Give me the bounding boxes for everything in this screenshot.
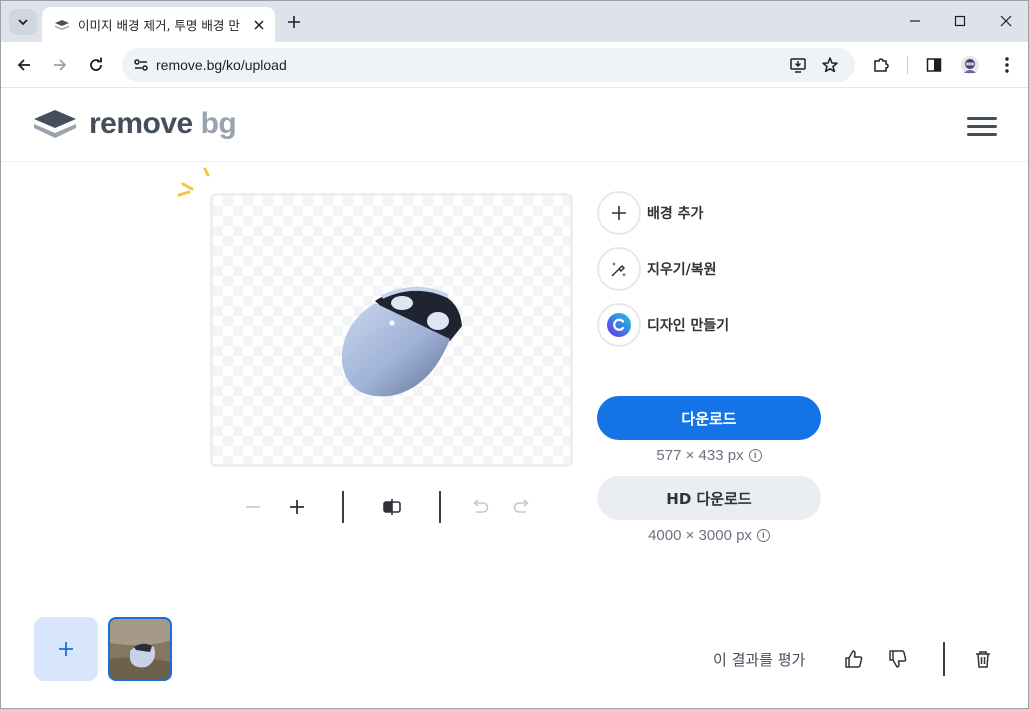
magic-brush-icon [611, 262, 626, 277]
canva-icon [607, 313, 631, 337]
minus-icon [246, 506, 260, 508]
create-design-label: 디자인 만들기 [647, 318, 730, 334]
site-settings-icon[interactable] [132, 56, 150, 74]
erase-restore-tool[interactable]: 지우기/복원 [597, 247, 717, 291]
minimize-button[interactable] [900, 9, 930, 33]
result-preview[interactable] [210, 193, 573, 467]
browser-menu-button[interactable] [993, 51, 1021, 79]
add-background-label: 배경 추가 [647, 206, 704, 222]
chevron-down-icon [18, 19, 28, 26]
add-background-icon-circle [597, 191, 641, 235]
removebg-logo[interactable]: remove bg [33, 107, 237, 141]
info-icon[interactable]: i [748, 449, 762, 462]
undo-icon [473, 499, 489, 513]
side-panel-icon [926, 58, 942, 72]
profile-button[interactable] [956, 51, 984, 79]
close-icon [254, 19, 264, 30]
tab-title: 이미지 배경 제거, 투명 배경 만 [78, 18, 240, 33]
side-panel-button[interactable] [920, 51, 948, 79]
delete-button[interactable] [970, 646, 996, 672]
zoom-out-button[interactable] [241, 495, 265, 519]
tab-strip: 이미지 배경 제거, 투명 배경 만 [1, 1, 1028, 42]
site-header: remove bg [1, 89, 1028, 162]
download-resolution-text: 577 × 433 px [656, 447, 744, 464]
redo-icon [513, 499, 529, 513]
close-window-button[interactable] [991, 9, 1021, 33]
puzzle-icon [874, 58, 889, 72]
compare-button[interactable] [380, 495, 404, 519]
plus-icon [290, 500, 304, 514]
plus-icon [612, 206, 626, 220]
thumbs-down-icon [889, 650, 907, 668]
thumbs-up-button[interactable] [841, 646, 867, 672]
earbuds-case-image [341, 286, 462, 397]
plus-icon [59, 642, 73, 656]
minimize-icon [910, 20, 920, 22]
hd-download-resolution: 4000 × 3000 px i [597, 527, 821, 544]
download-resolution: 577 × 433 px i [597, 447, 821, 464]
browser-toolbar: remove.bg/ko/upload [1, 42, 1028, 88]
compare-icon [383, 499, 401, 515]
hamburger-menu-button[interactable] [967, 117, 997, 136]
bookmark-button[interactable] [820, 55, 840, 75]
erase-restore-label: 지우기/복원 [647, 262, 717, 278]
active-tab[interactable]: 이미지 배경 제거, 투명 배경 만 [42, 7, 275, 42]
add-background-tool[interactable]: 배경 추가 [597, 191, 703, 235]
undo-button[interactable] [468, 495, 492, 519]
avatar-icon [961, 56, 979, 74]
toolbar-divider [907, 56, 908, 74]
close-icon [1000, 15, 1012, 27]
hamburger-line [967, 117, 997, 120]
new-tab-button[interactable] [283, 11, 305, 33]
address-bar[interactable]: remove.bg/ko/upload [122, 48, 855, 82]
install-app-icon [790, 58, 806, 73]
hamburger-line [967, 133, 997, 136]
create-design-icon-circle [597, 303, 641, 347]
star-icon [822, 57, 838, 73]
rate-result-label: 이 결과를 평가 [713, 651, 806, 669]
thumbnail-photo [110, 619, 170, 679]
tab-search-button[interactable] [9, 9, 37, 35]
removebg-favicon-icon [55, 19, 69, 30]
browser-window: 이미지 배경 제거, 투명 배경 만 remove.bg/ko/upload r… [0, 0, 1029, 709]
logo-text-accent: bg [200, 107, 237, 140]
extensions-button[interactable] [867, 51, 895, 79]
hd-resolution-text: 4000 × 3000 px [648, 527, 752, 544]
thumbs-up-icon [845, 650, 863, 668]
thumbs-down-button[interactable] [885, 646, 911, 672]
logo-wordmark: remove bg [89, 107, 237, 141]
tab-close-button[interactable] [251, 17, 267, 33]
layers-logo-icon [34, 110, 76, 138]
reload-icon [90, 57, 102, 71]
toolbar-divider [342, 491, 344, 523]
maximize-button[interactable] [945, 9, 975, 33]
kebab-menu-icon [1005, 57, 1009, 73]
bottom-divider [943, 642, 945, 676]
download-button[interactable]: 다운로드 [597, 396, 821, 440]
hd-download-button[interactable]: HD 다운로드 [597, 476, 821, 520]
install-app-button[interactable] [788, 55, 808, 75]
zoom-in-button[interactable] [285, 495, 309, 519]
url-text: remove.bg/ko/upload [156, 57, 287, 73]
add-image-button[interactable] [34, 617, 98, 681]
info-icon[interactable]: i [756, 529, 770, 542]
edit-toolbar [231, 489, 551, 525]
back-button[interactable] [10, 51, 38, 79]
plus-icon [288, 16, 300, 28]
logo-text-main: remove [89, 107, 193, 140]
maximize-icon [954, 15, 966, 27]
arrow-left-icon [17, 59, 30, 71]
erase-restore-icon-circle [597, 247, 641, 291]
forward-button[interactable] [46, 51, 74, 79]
reload-button[interactable] [82, 51, 110, 79]
toolbar-divider [439, 491, 441, 523]
hamburger-line [967, 125, 997, 128]
redo-button[interactable] [510, 495, 534, 519]
create-design-tool[interactable]: 디자인 만들기 [597, 303, 729, 347]
trash-icon [976, 651, 990, 668]
arrow-right-icon [54, 59, 67, 71]
image-thumbnail[interactable] [108, 617, 172, 681]
